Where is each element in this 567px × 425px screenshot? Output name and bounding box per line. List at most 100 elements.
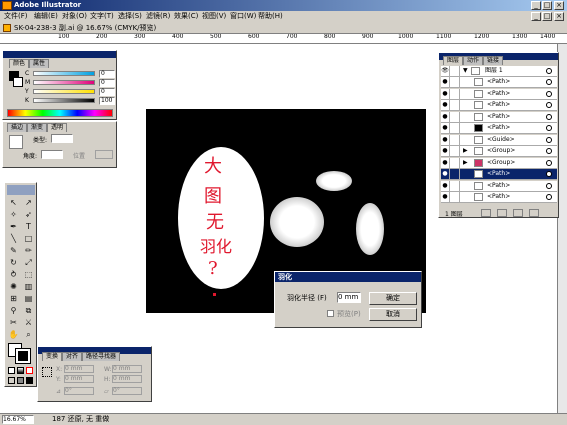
eye-icon[interactable]: ● — [441, 100, 450, 110]
slider-c[interactable]: C 0 — [7, 70, 117, 78]
menu-type[interactable]: 文字(T) — [90, 12, 114, 21]
target-icon[interactable] — [546, 148, 552, 154]
eye-icon[interactable]: ● — [441, 157, 450, 168]
layer-row[interactable]: ● ▶ <Group> — [441, 146, 557, 157]
target-icon[interactable] — [546, 79, 552, 85]
channel-bar[interactable] — [33, 71, 95, 76]
delete-layer-icon[interactable] — [529, 209, 539, 217]
ok-button[interactable]: 确定 — [369, 292, 417, 305]
warp-tool-icon[interactable]: ⥁ — [7, 269, 20, 280]
layer-row[interactable]: ● <Guide> — [441, 134, 557, 146]
eye-icon[interactable]: ● — [441, 180, 450, 191]
target-icon[interactable] — [546, 113, 552, 120]
gradient-mode-icon[interactable] — [17, 367, 24, 374]
menu-filter[interactable]: 滤镜(R) — [146, 12, 170, 21]
target-icon[interactable] — [546, 171, 552, 177]
target-icon[interactable] — [546, 68, 552, 74]
target-icon[interactable] — [546, 159, 552, 166]
screen-mode-full-menu-icon[interactable] — [17, 377, 24, 384]
pen-tool-icon[interactable]: ✒ — [7, 221, 20, 232]
type-tool-icon[interactable]: T — [22, 221, 35, 232]
expand-arrow-icon[interactable]: ▶ — [463, 146, 468, 156]
doc-minimize-button[interactable]: _ — [531, 12, 541, 21]
slider-m[interactable]: M 0 — [7, 79, 117, 87]
pencil-tool-icon[interactable]: ✏ — [22, 245, 35, 256]
color-panel-header[interactable] — [3, 51, 116, 58]
feather-radius-input[interactable]: 0 mm — [337, 292, 361, 303]
menu-view[interactable]: 视图(V) — [202, 12, 226, 21]
layer-row[interactable]: ● ▶ <Group> — [441, 157, 557, 169]
rotate-tool-icon[interactable]: ↻ — [7, 257, 20, 268]
hand-tool-icon[interactable]: ✋ — [7, 329, 20, 340]
eye-icon[interactable]: ● — [441, 192, 450, 202]
tab-layers[interactable]: 图层 — [443, 56, 464, 65]
direct-selection-tool-icon[interactable]: ↗ — [22, 197, 35, 208]
h-input[interactable]: 0 mm — [112, 375, 142, 383]
channel-value[interactable]: 0 — [99, 88, 115, 96]
channel-value[interactable]: 0 — [99, 70, 115, 78]
none-mode-icon[interactable] — [26, 367, 33, 374]
menu-window[interactable]: 窗口(W) — [230, 12, 256, 21]
menu-file[interactable]: 文件(F) — [4, 12, 28, 21]
feathered-blob-3[interactable] — [356, 203, 384, 255]
reference-point-icon[interactable] — [42, 367, 52, 377]
y-input[interactable]: 0 mm — [64, 375, 94, 383]
w-input[interactable]: 0 mm — [112, 365, 142, 373]
screen-mode-standard-icon[interactable] — [8, 377, 15, 384]
layer-row[interactable]: ● <Path> — [441, 180, 557, 192]
scissors-tool-icon[interactable]: ✂ — [7, 317, 20, 328]
target-icon[interactable] — [546, 90, 552, 97]
lock-toggle[interactable] — [451, 77, 460, 87]
channel-value[interactable]: 0 — [99, 79, 115, 87]
target-icon[interactable] — [546, 182, 552, 189]
menu-select[interactable]: 选择(S) — [118, 12, 142, 21]
shear-input[interactable]: 0° — [112, 387, 142, 395]
slider-y[interactable]: Y 0 — [7, 88, 117, 96]
gradient-angle-input[interactable] — [41, 150, 63, 159]
rectangle-tool-icon[interactable]: □ — [22, 233, 35, 244]
eye-icon[interactable]: ● — [441, 134, 450, 145]
lock-toggle[interactable] — [451, 192, 460, 202]
lock-toggle[interactable] — [451, 146, 460, 156]
doc-restore-button[interactable]: □ — [542, 12, 552, 21]
preview-checkbox[interactable] — [327, 310, 334, 317]
eye-icon[interactable]: ● — [441, 111, 450, 122]
rotate-input[interactable]: 0° — [64, 387, 94, 395]
gradient-location-input[interactable] — [95, 150, 113, 159]
menu-help[interactable]: 帮助(H) — [258, 12, 283, 21]
symbol-sprayer-tool-icon[interactable]: ✺ — [7, 281, 20, 292]
layer-row[interactable]: ● <Path> — [441, 192, 557, 203]
layer-row[interactable]: ● <Path> — [441, 88, 557, 100]
layer-row[interactable]: ● <Path> — [441, 111, 557, 123]
eye-icon[interactable]: ● — [441, 123, 450, 133]
channel-value[interactable]: 100 — [99, 97, 115, 105]
layer-row[interactable]: ● <Path> — [441, 77, 557, 88]
eye-icon[interactable]: ● — [441, 88, 450, 99]
menu-edit[interactable]: 编辑(E) — [34, 12, 58, 21]
eye-icon[interactable]: ● — [441, 169, 450, 179]
new-layer-icon[interactable] — [513, 209, 523, 217]
tab-gradient[interactable]: 渐变 — [27, 123, 48, 132]
selection-tool-icon[interactable]: ↖ — [7, 197, 20, 208]
feathered-blob-1[interactable] — [270, 197, 324, 247]
make-clipping-mask-icon[interactable] — [481, 209, 491, 217]
new-sublayer-icon[interactable] — [497, 209, 507, 217]
lock-toggle[interactable] — [451, 157, 460, 168]
lock-toggle[interactable] — [451, 111, 460, 122]
zoom-field[interactable]: 16.67% — [2, 415, 34, 424]
feathered-blob-2[interactable] — [316, 171, 352, 191]
maximize-button[interactable]: □ — [542, 1, 552, 10]
lasso-tool-icon[interactable]: ➶ — [22, 209, 35, 220]
menu-object[interactable]: 对象(O) — [62, 12, 87, 21]
tab-links[interactable]: 链接 — [483, 56, 504, 65]
tab-actions[interactable]: 动作 — [463, 56, 484, 65]
gradient-tool-icon[interactable]: ▤ — [22, 293, 35, 304]
menu-effect[interactable]: 效果(C) — [174, 12, 198, 21]
expand-arrow-icon[interactable]: ▶ — [463, 158, 468, 168]
screen-mode-full-icon[interactable] — [26, 377, 33, 384]
toolbox-stroke-swatch[interactable] — [15, 348, 31, 364]
mesh-tool-icon[interactable]: ⊞ — [7, 293, 20, 304]
x-input[interactable]: 0 mm — [64, 365, 94, 373]
target-icon[interactable] — [546, 194, 552, 200]
gradient-type-select[interactable] — [51, 134, 73, 143]
